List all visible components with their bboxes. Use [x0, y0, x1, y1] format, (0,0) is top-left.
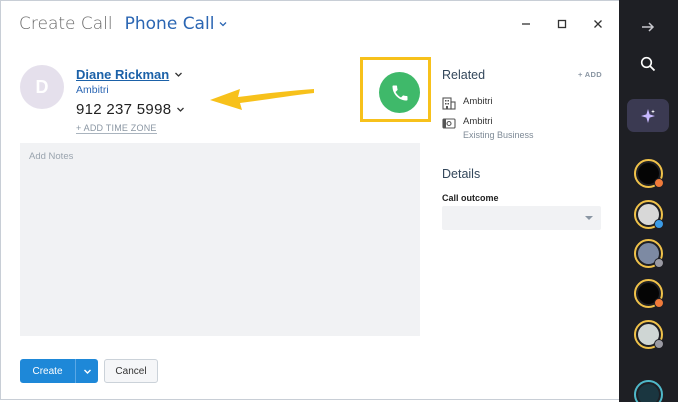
create-button[interactable]: Create — [20, 359, 75, 383]
close-button[interactable] — [591, 17, 605, 31]
maximize-icon — [557, 19, 567, 29]
contact-info: Diane Rickman Ambitri 912 237 5998 + ADD… — [76, 67, 185, 136]
assistant-sidebar — [619, 0, 678, 402]
call-button-highlight — [360, 57, 431, 122]
window-controls — [519, 17, 605, 31]
related-add-button[interactable]: + ADD — [578, 70, 602, 79]
create-call-dialog: Create Call Phone Call D Diane Rickman A… — [0, 0, 619, 400]
download-badge-icon — [654, 258, 664, 268]
arrow-right-icon — [642, 22, 655, 32]
ai-assistant-button[interactable] — [627, 99, 669, 132]
sidebar-avatar-2[interactable] — [634, 200, 664, 229]
related-item-name: Ambitri — [463, 116, 493, 127]
contact-phone-number: 912 237 5998 — [76, 101, 172, 118]
collapse-sidebar-button[interactable] — [637, 16, 659, 38]
dialog-title: Create Call — [19, 14, 113, 34]
download-badge-icon — [654, 339, 664, 349]
record-badge-icon — [654, 178, 664, 188]
related-item-deal[interactable]: Ambitri Existing Business — [442, 116, 534, 140]
related-section-title: Related — [442, 68, 486, 82]
minimize-icon — [522, 23, 530, 25]
sidebar-avatar-1[interactable] — [634, 159, 664, 188]
sparkle-icon — [641, 108, 655, 123]
notes-textarea[interactable] — [20, 143, 420, 336]
maximize-button[interactable] — [555, 17, 569, 31]
sidebar-avatar-3[interactable] — [634, 239, 664, 268]
chevron-down-icon[interactable] — [176, 105, 185, 114]
contact-name-link[interactable]: Diane Rickman — [76, 67, 169, 82]
minimize-button[interactable] — [519, 17, 533, 31]
sidebar-search-button[interactable] — [637, 53, 659, 75]
sidebar-avatar-6[interactable] — [634, 380, 663, 402]
contact-avatar: D — [20, 65, 64, 109]
related-item-name: Ambitri — [463, 96, 493, 107]
place-call-button[interactable] — [379, 72, 420, 113]
call-type-dropdown[interactable]: Phone Call — [125, 14, 228, 34]
phone-icon — [392, 85, 407, 100]
chevron-down-icon — [219, 22, 227, 27]
search-icon — [640, 56, 656, 72]
dialog-header: Create Call Phone Call — [19, 14, 227, 38]
details-section-title: Details — [442, 167, 481, 181]
info-badge-icon — [654, 219, 664, 229]
call-outcome-label: Call outcome — [442, 193, 499, 203]
chevron-down-icon — [83, 369, 91, 374]
create-options-button[interactable] — [75, 359, 98, 383]
related-item-subtitle: Existing Business — [463, 130, 534, 140]
caret-down-icon — [585, 216, 593, 220]
building-icon — [442, 97, 456, 110]
annotation-arrow-icon — [210, 89, 314, 110]
cancel-button[interactable]: Cancel — [104, 359, 158, 383]
sidebar-avatar-5[interactable] — [634, 320, 664, 349]
record-badge-icon — [654, 298, 664, 308]
chevron-down-icon[interactable] — [174, 70, 183, 79]
close-icon — [594, 20, 602, 28]
call-outcome-select[interactable] — [442, 206, 601, 230]
create-split-button: Create — [20, 359, 98, 383]
call-type-label: Phone Call — [124, 14, 215, 34]
sidebar-avatar-4[interactable] — [634, 279, 664, 308]
add-time-zone-link[interactable]: + ADD TIME ZONE — [76, 123, 157, 134]
deal-icon — [442, 118, 456, 129]
contact-company: Ambitri — [76, 84, 109, 96]
related-item-company[interactable]: Ambitri — [442, 96, 493, 110]
